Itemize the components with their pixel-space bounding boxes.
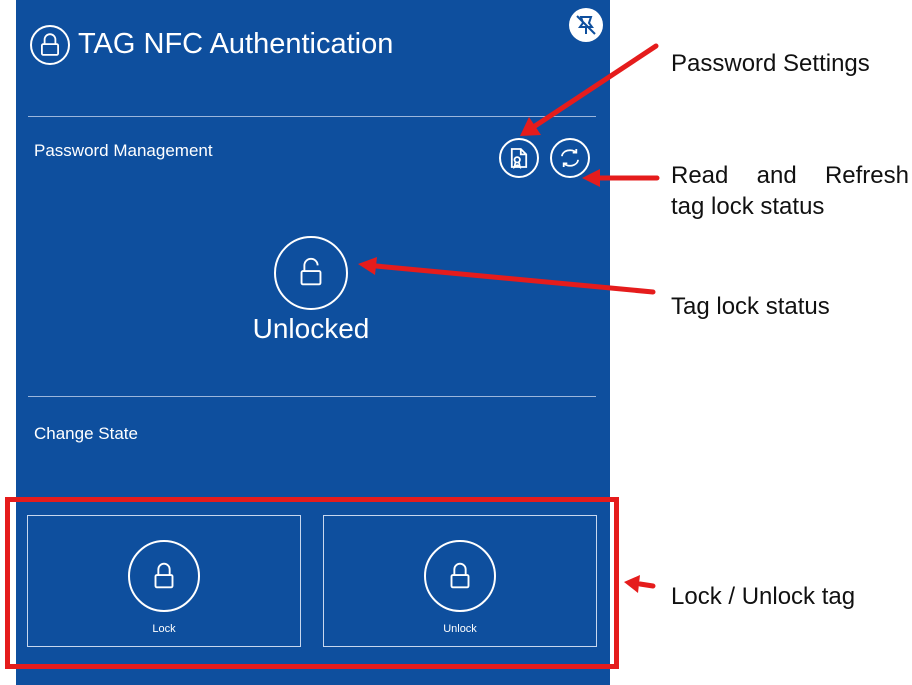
lock-unlock-highlight-box [5, 497, 619, 669]
annotation-password-settings: Password Settings [671, 50, 870, 77]
annotation-tag-lock-status: Tag lock status [671, 293, 830, 320]
annotation-read-refresh-line2: tag lock status [671, 193, 825, 220]
open-lock-icon [274, 236, 348, 310]
password-file-icon [510, 148, 528, 169]
refresh-button[interactable] [550, 138, 590, 178]
page-title: TAG NFC Authentication [78, 28, 394, 60]
password-management-label: Password Management [34, 141, 213, 160]
pin-off-icon[interactable] [569, 8, 603, 42]
annotation-read-refresh-line1: Read and Refresh [671, 162, 909, 189]
password-settings-button[interactable] [499, 138, 539, 178]
annotation-read-refresh: Read and Refresh tag lock status [671, 160, 909, 222]
lock-icon [30, 25, 70, 65]
annotation-lock-unlock-tag: Lock / Unlock tag [671, 583, 856, 610]
refresh-icon [561, 149, 579, 167]
divider [28, 116, 596, 117]
divider [28, 396, 596, 397]
lock-status-text: Unlocked [252, 313, 370, 344]
change-state-label: Change State [34, 424, 138, 443]
